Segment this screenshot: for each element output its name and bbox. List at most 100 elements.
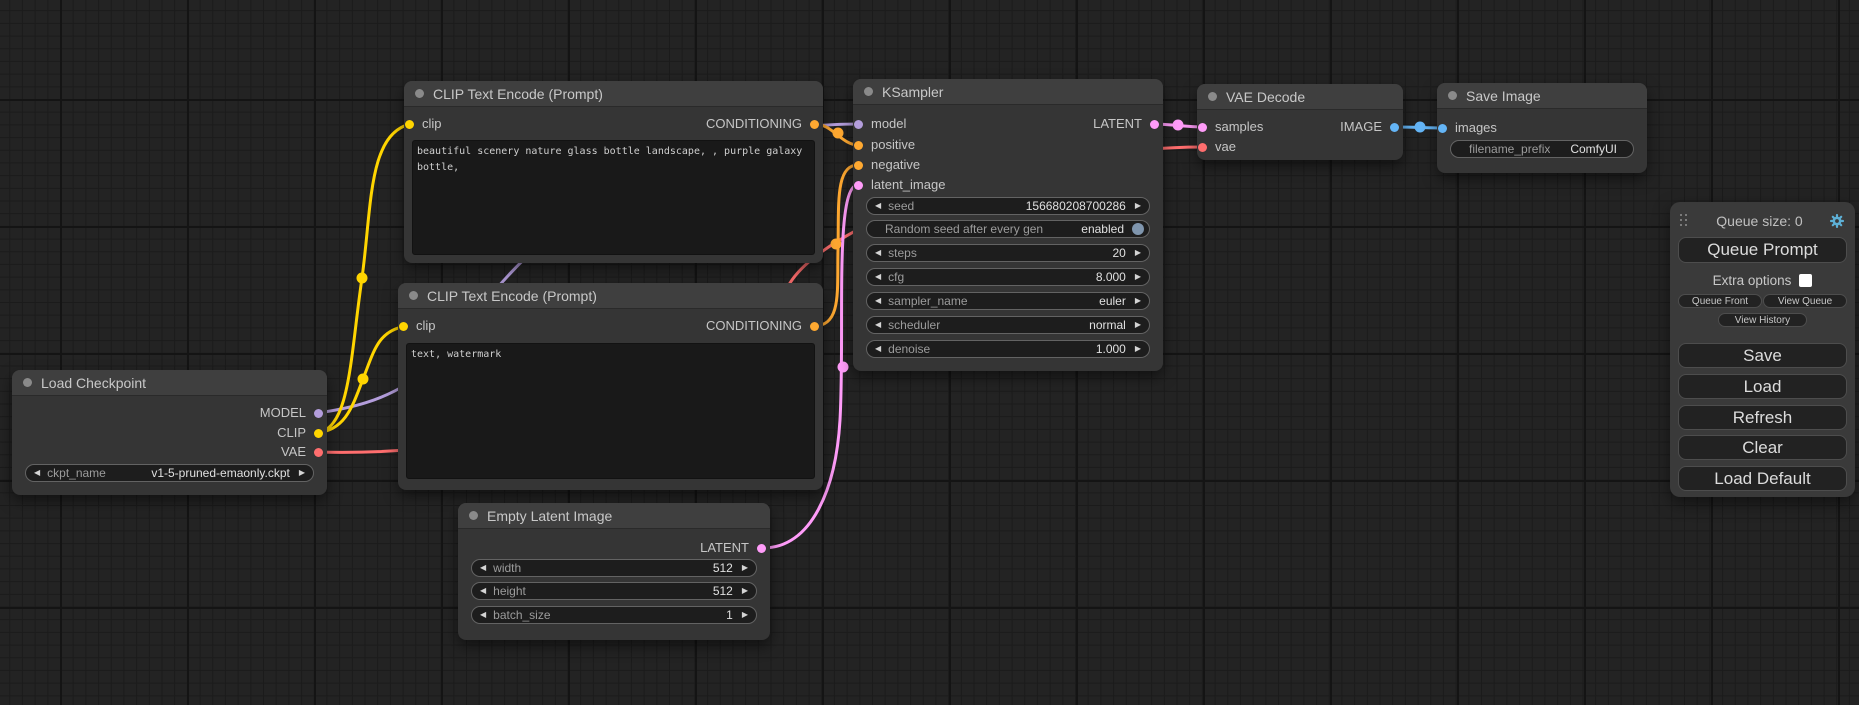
input-slot-label: positive bbox=[871, 137, 915, 153]
collapse-dot-icon[interactable] bbox=[415, 89, 424, 98]
widget-cfg[interactable]: ◀cfg8.000▶ bbox=[866, 268, 1150, 286]
input-port-latent_image[interactable] bbox=[854, 181, 863, 190]
decrement-arrow-icon[interactable]: ◀ bbox=[875, 297, 881, 305]
wire-midpoint-dot-clip-to-negative-prompt[interactable] bbox=[358, 374, 369, 385]
node-titlebar[interactable]: CLIP Text Encode (Prompt) bbox=[404, 81, 823, 107]
widget-label: sampler_name bbox=[888, 294, 967, 308]
input-port-clip[interactable] bbox=[399, 322, 408, 331]
input-port-images[interactable] bbox=[1438, 124, 1447, 133]
widget-filename-prefix[interactable]: filename_prefixComfyUI bbox=[1450, 140, 1634, 158]
node-vae-decode[interactable]: VAE DecodesamplesvaeIMAGE bbox=[1197, 84, 1403, 160]
output-slot-label: LATENT bbox=[1093, 116, 1142, 132]
toggle-icon[interactable] bbox=[1132, 223, 1144, 235]
node-titlebar[interactable]: Load Checkpoint bbox=[12, 370, 327, 396]
decrement-arrow-icon[interactable]: ◀ bbox=[480, 611, 486, 619]
node-load-checkpoint[interactable]: Load CheckpointMODELCLIPVAE◀ckpt_namev1-… bbox=[12, 370, 327, 495]
widget-denoise[interactable]: ◀denoise1.000▶ bbox=[866, 340, 1150, 358]
widget-label: height bbox=[493, 584, 526, 598]
node-titlebar[interactable]: Save Image bbox=[1437, 83, 1647, 109]
node-titlebar[interactable]: CLIP Text Encode (Prompt) bbox=[398, 283, 823, 309]
node-graph-canvas[interactable]: Queue size: 0 Queue Prompt Extra options bbox=[0, 0, 1859, 705]
increment-arrow-icon[interactable]: ▶ bbox=[1135, 273, 1141, 281]
widget-random-seed-after-every-gen[interactable]: Random seed after every genenabled bbox=[866, 220, 1150, 238]
collapse-dot-icon[interactable] bbox=[23, 378, 32, 387]
increment-arrow-icon[interactable]: ▶ bbox=[1135, 202, 1141, 210]
view-history-button[interactable]: View History bbox=[1718, 313, 1807, 327]
panel-drag-handle-icon[interactable] bbox=[1680, 214, 1690, 229]
input-port-samples[interactable] bbox=[1198, 123, 1207, 132]
increment-arrow-icon[interactable]: ▶ bbox=[742, 587, 748, 595]
increment-arrow-icon[interactable]: ▶ bbox=[1135, 345, 1141, 353]
load-button[interactable]: Load bbox=[1678, 374, 1847, 399]
output-port-VAE[interactable] bbox=[314, 448, 323, 457]
node-clip-text-encode-positive[interactable]: CLIP Text Encode (Prompt)clipCONDITIONIN… bbox=[404, 81, 823, 263]
widget-steps[interactable]: ◀steps20▶ bbox=[866, 244, 1150, 262]
collapse-dot-icon[interactable] bbox=[1208, 92, 1217, 101]
node-titlebar[interactable]: Empty Latent Image bbox=[458, 503, 770, 529]
refresh-button[interactable]: Refresh bbox=[1678, 405, 1847, 430]
wire-midpoint-dot-latent-to-ksampler[interactable] bbox=[838, 362, 849, 373]
decrement-arrow-icon[interactable]: ◀ bbox=[875, 202, 881, 210]
increment-arrow-icon[interactable]: ▶ bbox=[1135, 321, 1141, 329]
collapse-dot-icon[interactable] bbox=[469, 511, 478, 520]
widget-sampler-name[interactable]: ◀sampler_nameeuler▶ bbox=[866, 292, 1150, 310]
output-port-IMAGE[interactable] bbox=[1390, 123, 1399, 132]
save-button[interactable]: Save bbox=[1678, 343, 1847, 368]
queue-prompt-button[interactable]: Queue Prompt bbox=[1678, 237, 1847, 263]
input-port-model[interactable] bbox=[854, 120, 863, 129]
prompt-textarea[interactable]: text, watermark bbox=[406, 343, 815, 479]
output-port-CONDITIONING[interactable] bbox=[810, 322, 819, 331]
collapse-dot-icon[interactable] bbox=[1448, 91, 1457, 100]
output-slot-label: IMAGE bbox=[1340, 119, 1382, 135]
widget-value: 156680208700286 bbox=[1026, 199, 1126, 213]
increment-arrow-icon[interactable]: ▶ bbox=[742, 564, 748, 572]
widget-batch-size[interactable]: ◀batch_size1▶ bbox=[471, 606, 757, 624]
input-port-vae[interactable] bbox=[1198, 143, 1207, 152]
wire-midpoint-dot-negative-conditioning[interactable] bbox=[831, 239, 842, 250]
extra-options-checkbox[interactable] bbox=[1799, 274, 1812, 287]
output-port-LATENT[interactable] bbox=[757, 544, 766, 553]
input-port-negative[interactable] bbox=[854, 161, 863, 170]
wire-midpoint-dot-image-to-save-image[interactable] bbox=[1415, 122, 1426, 133]
collapse-dot-icon[interactable] bbox=[409, 291, 418, 300]
widget-seed[interactable]: ◀seed156680208700286▶ bbox=[866, 197, 1150, 215]
decrement-arrow-icon[interactable]: ◀ bbox=[34, 469, 40, 477]
wire-midpoint-dot-latent-to-vae-decode[interactable] bbox=[1173, 120, 1184, 131]
widget-scheduler[interactable]: ◀schedulernormal▶ bbox=[866, 316, 1150, 334]
settings-gear-icon[interactable] bbox=[1829, 213, 1845, 229]
output-port-MODEL[interactable] bbox=[314, 409, 323, 418]
widget-ckpt-name[interactable]: ◀ckpt_namev1-5-pruned-emaonly.ckpt▶ bbox=[25, 464, 314, 482]
widget-height[interactable]: ◀height512▶ bbox=[471, 582, 757, 600]
input-port-clip[interactable] bbox=[405, 120, 414, 129]
decrement-arrow-icon[interactable]: ◀ bbox=[875, 345, 881, 353]
node-clip-text-encode-negative[interactable]: CLIP Text Encode (Prompt)clipCONDITIONIN… bbox=[398, 283, 823, 490]
input-slot-label: images bbox=[1455, 120, 1497, 136]
decrement-arrow-icon[interactable]: ◀ bbox=[875, 249, 881, 257]
node-ksampler[interactable]: KSamplermodelpositivenegativelatent_imag… bbox=[853, 79, 1163, 371]
increment-arrow-icon[interactable]: ▶ bbox=[1135, 297, 1141, 305]
increment-arrow-icon[interactable]: ▶ bbox=[1135, 249, 1141, 257]
output-port-CLIP[interactable] bbox=[314, 429, 323, 438]
wire-midpoint-dot-positive-conditioning[interactable] bbox=[833, 128, 844, 139]
wire-midpoint-dot-clip-to-positive-prompt[interactable] bbox=[357, 273, 368, 284]
widget-width[interactable]: ◀width512▶ bbox=[471, 559, 757, 577]
view-queue-button[interactable]: View Queue bbox=[1763, 294, 1847, 308]
node-save-image[interactable]: Save Image images filename_prefixComfyUI bbox=[1437, 83, 1647, 173]
node-titlebar[interactable]: VAE Decode bbox=[1197, 84, 1403, 110]
decrement-arrow-icon[interactable]: ◀ bbox=[480, 564, 486, 572]
load-default-button[interactable]: Load Default bbox=[1678, 466, 1847, 491]
node-empty-latent-image[interactable]: Empty Latent ImageLATENT◀width512▶◀heigh… bbox=[458, 503, 770, 640]
decrement-arrow-icon[interactable]: ◀ bbox=[480, 587, 486, 595]
node-titlebar[interactable]: KSampler bbox=[853, 79, 1163, 105]
queue-front-button[interactable]: Queue Front bbox=[1678, 294, 1762, 308]
increment-arrow-icon[interactable]: ▶ bbox=[299, 469, 305, 477]
input-port-positive[interactable] bbox=[854, 141, 863, 150]
decrement-arrow-icon[interactable]: ◀ bbox=[875, 273, 881, 281]
increment-arrow-icon[interactable]: ▶ bbox=[742, 611, 748, 619]
decrement-arrow-icon[interactable]: ◀ bbox=[875, 321, 881, 329]
prompt-textarea[interactable]: beautiful scenery nature glass bottle la… bbox=[412, 140, 815, 255]
output-port-LATENT[interactable] bbox=[1150, 120, 1159, 129]
collapse-dot-icon[interactable] bbox=[864, 87, 873, 96]
clear-button[interactable]: Clear bbox=[1678, 435, 1847, 460]
output-port-CONDITIONING[interactable] bbox=[810, 120, 819, 129]
